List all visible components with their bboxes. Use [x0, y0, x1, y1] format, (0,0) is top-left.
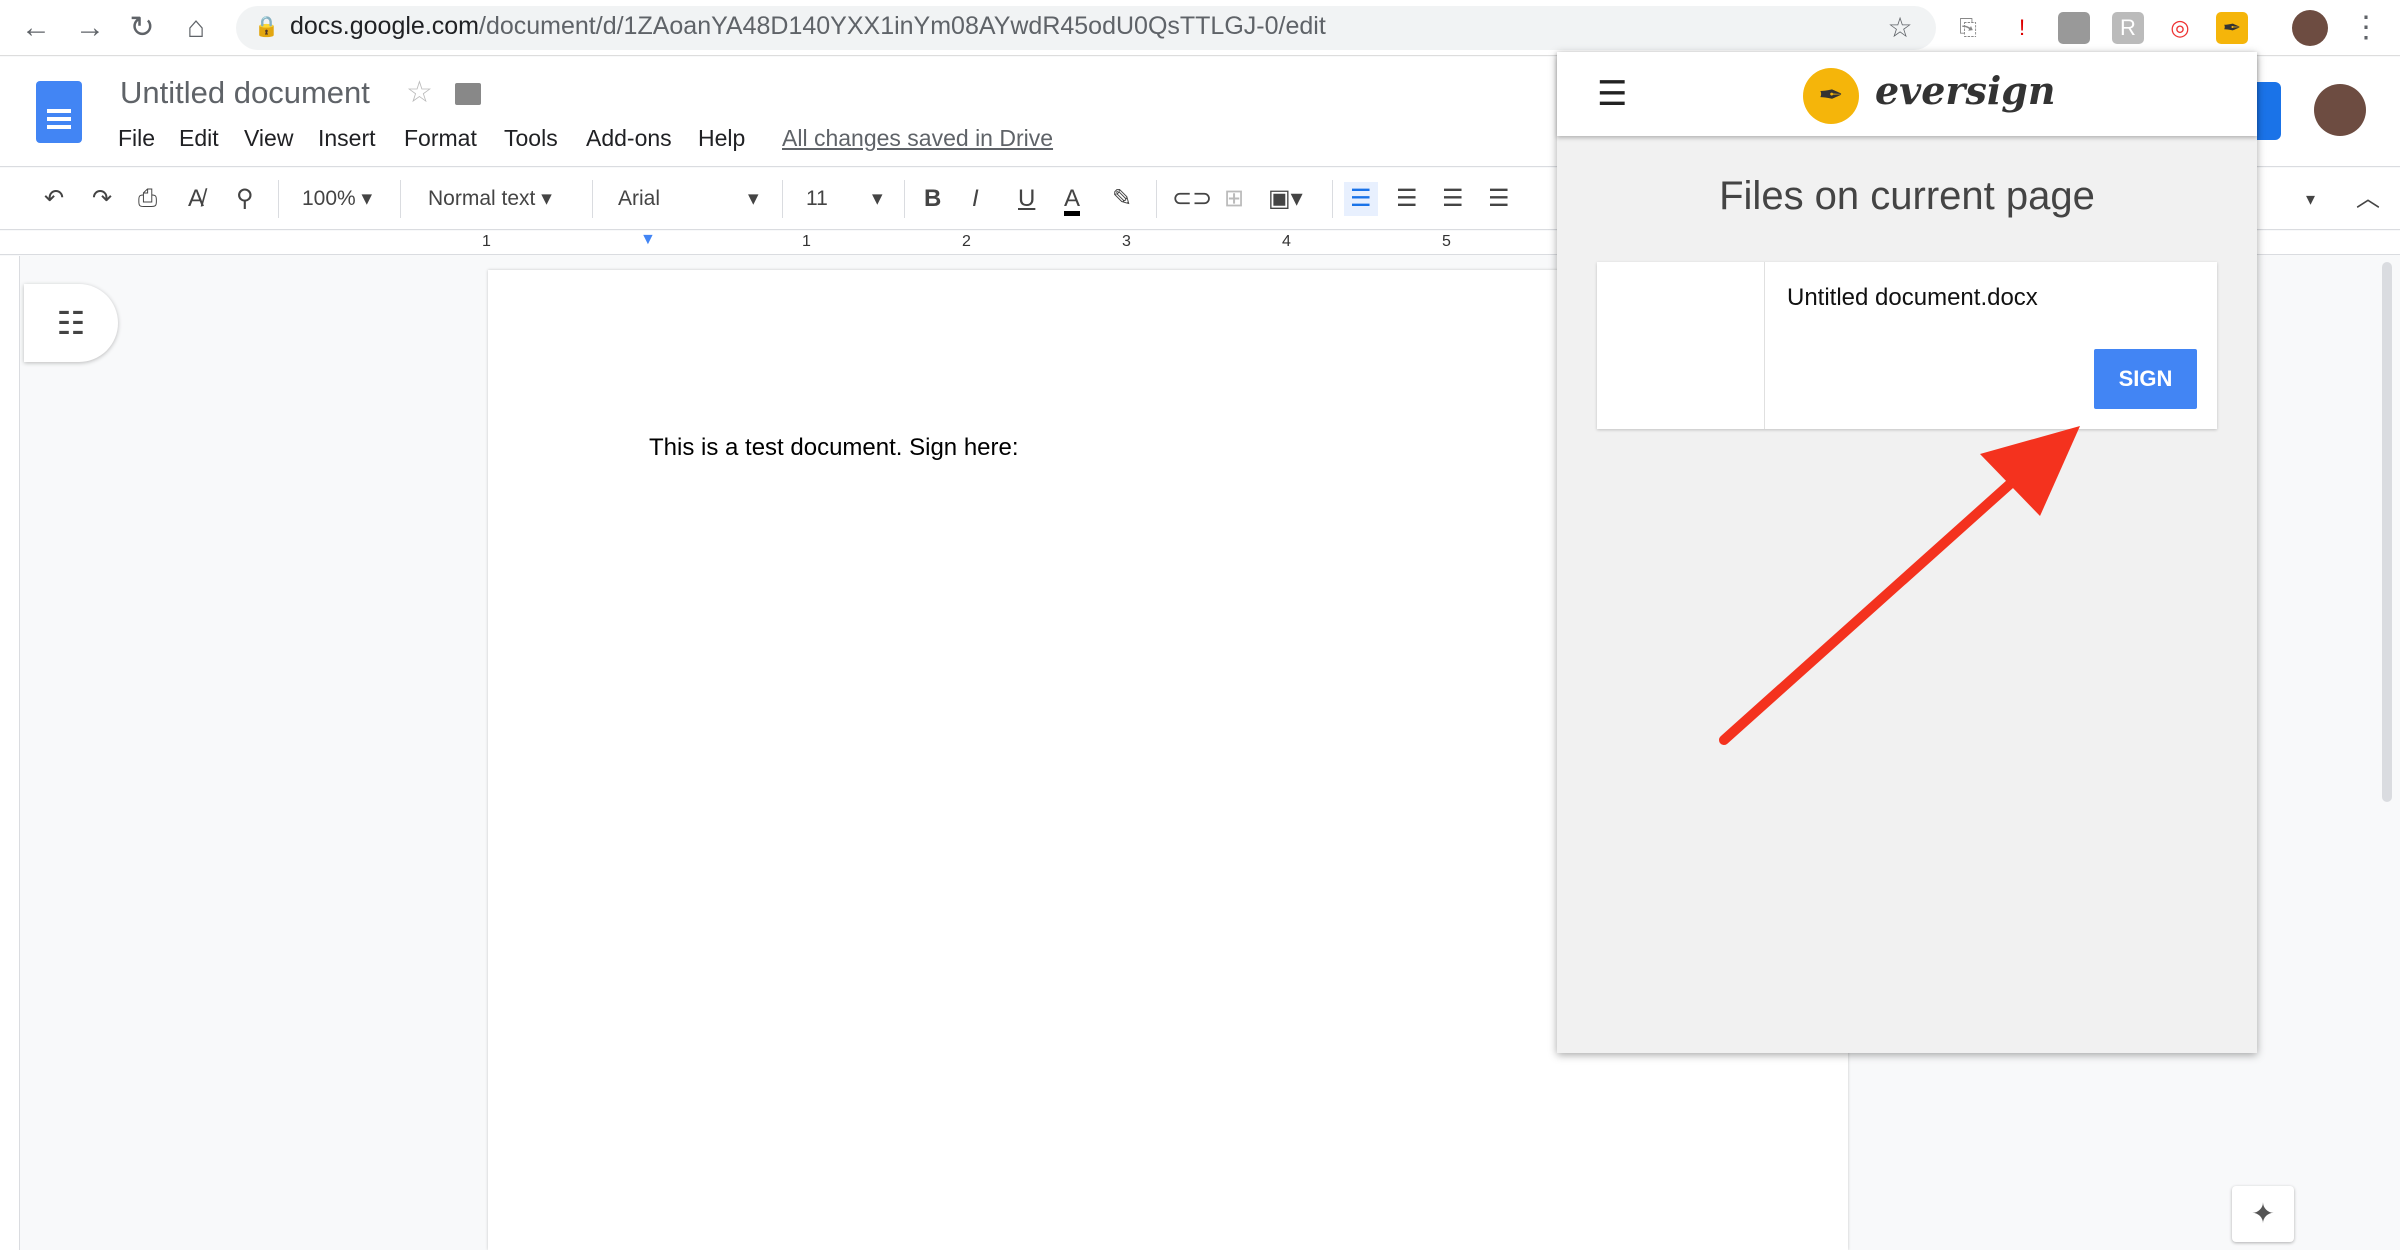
divider [400, 180, 401, 218]
ruler-label: 2 [962, 233, 971, 250]
share-button[interactable] [2257, 82, 2281, 140]
menu-insert[interactable]: Insert [318, 125, 376, 152]
forward-icon[interactable]: → [70, 8, 110, 48]
indent-marker-icon[interactable]: ▼ [640, 231, 656, 249]
bookmark-star-icon[interactable]: ☆ [1880, 8, 1920, 48]
menu-view[interactable]: View [244, 125, 293, 152]
scrollbar[interactable] [2382, 262, 2392, 802]
eversign-logo-icon: ✒ [1803, 68, 1859, 124]
divider [278, 180, 279, 218]
file-card: Untitled document.docx SIGN [1597, 262, 2217, 429]
justify-icon[interactable]: ☰ [1488, 182, 1510, 216]
ruler-label: 4 [1282, 233, 1291, 250]
explore-icon[interactable]: ✦ [2232, 1186, 2294, 1242]
hamburger-menu-icon[interactable]: ☰ [1597, 74, 1627, 114]
eversign-extension-icon[interactable]: ✒ [2216, 12, 2248, 44]
zoom-select[interactable]: 100% ▾ [302, 182, 372, 216]
undo-icon[interactable]: ↶ [44, 182, 64, 216]
menu-edit[interactable]: Edit [179, 125, 219, 152]
style-select[interactable]: Normal text ▾ [428, 182, 578, 216]
lock-icon: 🔒 [254, 16, 279, 38]
font-select[interactable]: Arial ▾ [618, 182, 768, 216]
star-icon[interactable]: ☆ [406, 75, 433, 110]
add-comment-icon[interactable]: ⊞ [1224, 182, 1244, 216]
ruler-label: 5 [1442, 233, 1451, 250]
extension-spiral-icon[interactable]: ◎ [2164, 12, 2196, 44]
sign-button[interactable]: SIGN [2094, 349, 2197, 409]
file-name: Untitled document.docx [1787, 284, 2038, 311]
underline-icon[interactable]: U [1018, 182, 1035, 216]
document-body-text[interactable]: This is a test document. Sign here: [649, 434, 1019, 462]
menu-help[interactable]: Help [698, 125, 745, 152]
zoom-value: 100% [302, 187, 356, 210]
divider [1156, 180, 1157, 218]
menu-add-ons[interactable]: Add-ons [586, 125, 672, 152]
ruler-label: 1 [482, 233, 491, 250]
eversign-popup: ☰ ✒ eversign Files on current page Untit… [1557, 52, 2257, 1053]
docs-logo-icon[interactable] [36, 81, 82, 143]
reload-icon[interactable]: ↻ [122, 8, 162, 48]
extension-r-icon[interactable]: R [2112, 12, 2144, 44]
print-icon[interactable]: ⎙ [138, 182, 157, 216]
insert-image-icon[interactable]: ▣▾ [1268, 182, 1303, 216]
divider [592, 180, 593, 218]
save-status-link[interactable]: All changes saved in Drive [782, 125, 1053, 152]
font-size-select[interactable]: 11 ▾ [806, 182, 890, 216]
browser-toolbar: ← → ↻ ⌂ 🔒 docs.google.com/document/d/1ZA… [0, 0, 2400, 56]
more-tools-dropdown-icon[interactable]: ▾ [2306, 182, 2315, 216]
menu-file[interactable]: File [118, 125, 155, 152]
ruler-label: 3 [1122, 233, 1131, 250]
align-center-icon[interactable]: ☰ [1396, 182, 1418, 216]
document-title[interactable]: Untitled document [120, 75, 370, 111]
panel-heading: Files on current page [1719, 174, 2095, 218]
divider [782, 180, 783, 218]
popup-header: ☰ ✒ eversign [1557, 52, 2257, 136]
more-menu-icon[interactable]: ⋮ [2346, 8, 2386, 48]
link-icon[interactable]: ⊂⊃ [1172, 182, 1212, 216]
account-avatar[interactable] [2314, 84, 2366, 136]
align-right-icon[interactable]: ☰ [1442, 182, 1464, 216]
highlight-icon[interactable]: ✎ [1112, 182, 1132, 216]
text-color-icon[interactable]: A [1064, 182, 1081, 216]
document-outline-icon[interactable]: ☷ [24, 284, 118, 362]
back-icon[interactable]: ← [16, 8, 56, 48]
extension-copy-icon[interactable]: ⎘ [1952, 12, 1984, 44]
font-size-value: 11 [806, 187, 828, 210]
home-icon[interactable]: ⌂ [176, 8, 216, 48]
ruler-label: 1 [802, 233, 811, 250]
menu-format[interactable]: Format [404, 125, 477, 152]
menu-tools[interactable]: Tools [504, 125, 558, 152]
extension-alert-icon[interactable]: ! [2006, 12, 2038, 44]
profile-avatar[interactable] [2292, 10, 2328, 46]
redo-icon[interactable]: ↷ [92, 182, 112, 216]
file-thumbnail [1597, 262, 1765, 429]
url-path: /document/d/1ZAoanYA48D140YXX1inYm08AYwd… [479, 12, 1326, 40]
style-value: Normal text [428, 187, 536, 210]
url-text[interactable]: docs.google.com/document/d/1ZAoanYA48D14… [290, 12, 1326, 41]
folder-icon[interactable] [455, 83, 481, 105]
align-left-icon[interactable]: ☰ [1344, 182, 1378, 216]
url-host: docs.google.com [290, 12, 480, 40]
spellcheck-icon[interactable]: A̸ [188, 182, 204, 216]
italic-icon[interactable]: I [972, 182, 979, 216]
vertical-ruler[interactable] [0, 256, 20, 1250]
paint-format-icon[interactable]: ⚲ [236, 182, 254, 216]
collapse-menu-icon[interactable]: ︿ [2356, 182, 2380, 216]
divider [904, 180, 905, 218]
bold-icon[interactable]: B [924, 182, 941, 216]
extension-gray-icon[interactable] [2058, 12, 2090, 44]
divider [1332, 180, 1333, 218]
brand-name: eversign [1875, 68, 2056, 113]
font-value: Arial [618, 187, 661, 210]
